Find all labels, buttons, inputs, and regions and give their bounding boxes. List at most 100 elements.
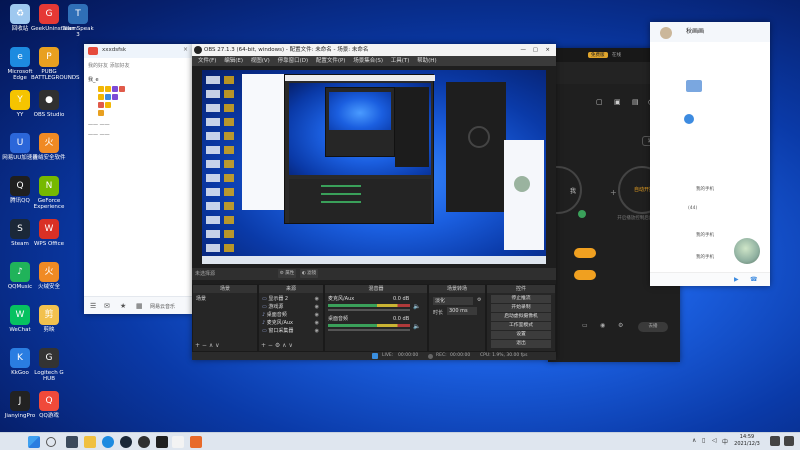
start-recording-button[interactable]: 开始录制 — [491, 304, 551, 312]
toggle-orange[interactable] — [574, 270, 596, 280]
speaker-icon[interactable]: 🔈 — [413, 323, 420, 330]
app-taskbar-icon[interactable] — [156, 436, 168, 448]
source-item[interactable]: ♪ 桌面音频 — [262, 311, 287, 319]
grid-icon[interactable]: ▤ — [632, 98, 639, 106]
studio-mode-button[interactable]: 工作室模式 — [491, 322, 551, 330]
right-chat-window: 秋画画 我的手机 (44) 我的手机 我的手机 ▶ ☎ — [650, 22, 770, 286]
preview-right — [504, 140, 544, 250]
add-source-icon[interactable]: + − ⚙ ∧ ∨ — [261, 342, 293, 349]
close-icon[interactable]: × — [183, 46, 188, 53]
menu-profile[interactable]: 配置文件(P) — [316, 56, 346, 66]
menu-help[interactable]: 帮助(H) — [417, 56, 436, 66]
menu-dock[interactable]: 停靠窗口(D) — [278, 56, 309, 66]
app-taskbar-icon[interactable] — [172, 436, 184, 448]
clock[interactable]: 14:59 2021/12/3 — [734, 434, 760, 448]
record-icon[interactable]: ◉ — [600, 322, 605, 329]
avatar — [660, 27, 672, 39]
start-icon[interactable] — [28, 436, 40, 448]
filters-button[interactable]: ◐ 滤镜 — [300, 269, 318, 278]
chat-item-icon[interactable] — [684, 114, 694, 124]
source-item[interactable]: ▭ 显示器 2 — [262, 295, 288, 303]
steam-icon[interactable] — [120, 436, 132, 448]
tray-chevron-icon[interactable]: ∧ — [692, 437, 696, 444]
show-desktop-icon[interactable] — [784, 436, 794, 446]
obs-taskbar-icon[interactable] — [138, 436, 150, 448]
duration-input[interactable]: 300 ms — [447, 307, 477, 315]
settings-button[interactable]: 设置 — [491, 331, 551, 339]
grid-icon[interactable]: ▦ — [136, 302, 143, 310]
menu-tools[interactable]: 工具(T) — [391, 56, 410, 66]
list-item[interactable]: 我的手机 — [696, 186, 714, 192]
lock-icon[interactable]: ▢ — [596, 98, 603, 106]
list-item[interactable]: (44) — [688, 206, 697, 211]
list-item[interactable]: 我的手机 — [696, 232, 714, 238]
speaker-icon[interactable]: 🔈 — [413, 303, 420, 310]
list-item[interactable]: 我的手机 — [696, 254, 714, 260]
desktop-icon[interactable]: ● OBS Studio — [31, 90, 67, 118]
preview-meter — [321, 193, 361, 195]
duration-label: 时长 — [433, 310, 444, 316]
go-live-button[interactable]: 去播 — [638, 322, 668, 332]
volume-icon[interactable]: ◁ — [712, 437, 717, 444]
task-view-icon[interactable] — [66, 436, 78, 448]
ime-icon[interactable]: 中 — [722, 437, 728, 446]
transition-select[interactable]: 淡化 — [433, 297, 473, 305]
menu-icon[interactable]: ☰ — [90, 302, 96, 310]
volume-slider[interactable] — [328, 329, 410, 331]
obs-titlebar: OBS 27.1.3 (64-bit, windows) - 配置文件: 未命名… — [192, 44, 556, 56]
mixer-header: 混音器 — [325, 285, 427, 293]
desktop-icon[interactable]: 剪剪映 — [31, 305, 67, 333]
visibility-icons[interactable]: ◉ ◉ ◉ ◉ ◉ — [315, 295, 319, 335]
toggle-orange[interactable] — [574, 248, 596, 258]
group-item[interactable]: 一一 一一 — [88, 132, 188, 142]
desktop-icon[interactable]: 火火绒安全软件 — [31, 133, 67, 161]
mail-icon[interactable]: ✉ — [104, 302, 110, 310]
virtual-camera-button[interactable]: 启动虚拟摄像机 — [491, 313, 551, 321]
group-item[interactable]: 我_e — [88, 76, 188, 86]
box-icon[interactable]: ▣ — [614, 98, 621, 106]
close-icon[interactable]: × — [545, 44, 550, 56]
desktop-icon[interactable]: Q QQ游戏 — [31, 391, 67, 419]
menu-scene-collection[interactable]: 场景集合(S) — [353, 56, 383, 66]
footer-label[interactable]: 网易云音乐 — [150, 303, 175, 310]
preview-nested-screen — [329, 92, 391, 130]
filters-label: 滤镜 — [307, 271, 317, 276]
volume-slider[interactable] — [328, 309, 410, 311]
rec-time: 00:00:00 — [450, 353, 471, 358]
maximize-icon[interactable]: ▢ — [533, 44, 538, 56]
scene-item[interactable]: 场景 — [196, 295, 206, 303]
desktop-icon[interactable]: T TeamSpeak 3 — [60, 4, 96, 39]
group-item[interactable]: 一一 一一 — [88, 122, 188, 132]
settings-icon[interactable]: ⚙ — [618, 322, 623, 329]
add-scene-icon[interactable]: + − ∧ ∨ — [195, 342, 220, 349]
desktop-icon[interactable]: N GeForce Experience — [31, 176, 67, 211]
source-item[interactable]: ▭ 窗口采集器 — [262, 327, 293, 335]
source-item[interactable]: ♪ 麦克风/Aux — [262, 319, 293, 327]
menu-file[interactable]: 文件(F) — [198, 56, 216, 66]
notification-icon[interactable] — [770, 436, 780, 446]
exit-button[interactable]: 退出 — [491, 340, 551, 348]
properties-button[interactable]: ⚙ 属性 — [278, 269, 296, 278]
desktop-icon[interactable]: 火火绒安全 — [31, 262, 67, 290]
menu-edit[interactable]: 编辑(E) — [224, 56, 243, 66]
edge-icon[interactable] — [102, 436, 114, 448]
desktop-icon[interactable]: P PUBG BATTLEGROUNDS — [31, 47, 80, 82]
explorer-icon[interactable] — [84, 436, 96, 448]
gear-icon[interactable]: ⚙ — [477, 297, 481, 303]
app-taskbar-icon[interactable] — [190, 436, 202, 448]
menu-view[interactable]: 视图(V) — [251, 56, 270, 66]
profile-avatar[interactable] — [734, 238, 760, 264]
stop-streaming-button[interactable]: 停止推流 — [491, 295, 551, 303]
camera-icon[interactable]: ▭ — [582, 322, 588, 329]
source-item[interactable]: ▭ 游戏源 — [262, 303, 283, 311]
obs-statusbar: LIVE: 00:00:00 REC: 00:00:00 CPU: 1.9%, … — [192, 352, 556, 360]
minimize-icon[interactable]: — — [521, 44, 527, 56]
video-icon[interactable]: ▶ — [734, 276, 739, 283]
desktop-icon[interactable]: W WPS Office — [31, 219, 67, 247]
star-icon[interactable]: ★ — [120, 302, 126, 310]
search-icon[interactable] — [46, 437, 56, 447]
scenes-panel: 场景 场景 + − ∧ ∨ — [192, 284, 258, 352]
network-icon[interactable]: ▯ — [702, 437, 705, 444]
desktop-icon[interactable]: G Logitech G HUB — [31, 348, 67, 383]
phone-icon[interactable]: ☎ — [750, 276, 757, 283]
